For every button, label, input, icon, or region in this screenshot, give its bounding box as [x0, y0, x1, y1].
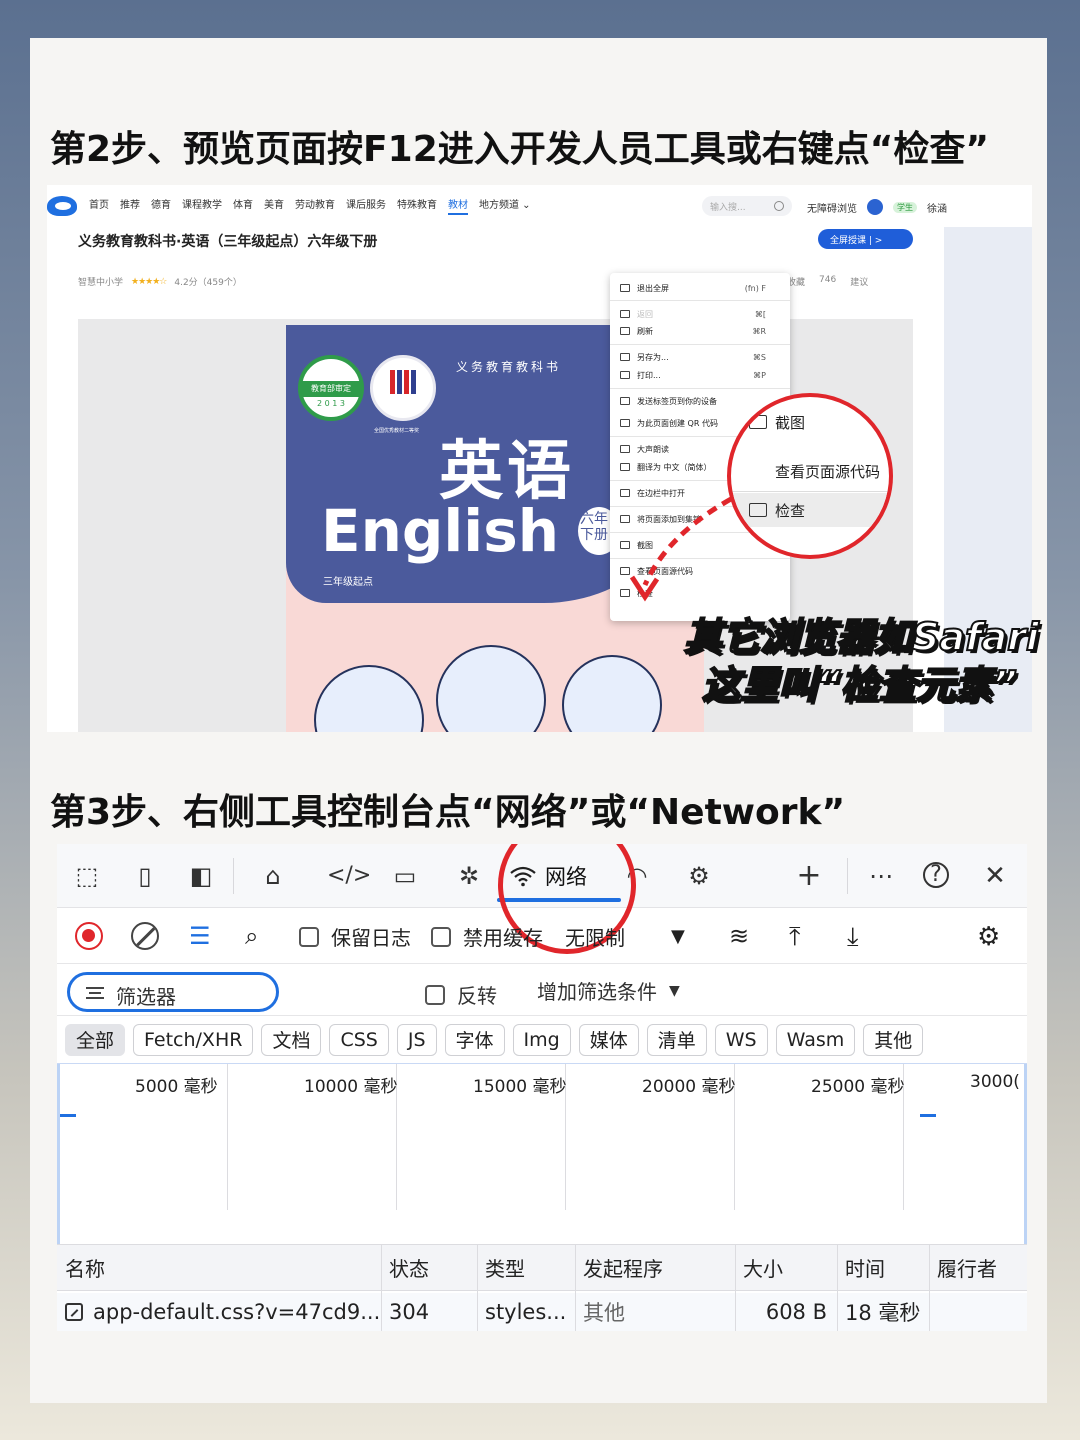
clear-log-icon[interactable]: [131, 922, 159, 950]
column-header[interactable]: 时间: [845, 1245, 933, 1290]
annotation-line2: 这里叫“检查元素”: [701, 662, 1018, 708]
cell-initiator: 其他: [583, 1301, 625, 1325]
column-header[interactable]: 履行者: [937, 1245, 1025, 1290]
chevron-down-icon: ▼: [671, 926, 685, 947]
filter-input[interactable]: 筛选器: [67, 972, 279, 1012]
elements-icon[interactable]: </>: [327, 862, 371, 890]
column-header[interactable]: 大小: [743, 1245, 835, 1290]
more-options-icon[interactable]: ⋯: [867, 862, 895, 890]
timeline-tick-label: 25000 毫秒: [811, 1077, 905, 1097]
settings-gear-icon[interactable]: ⚙: [977, 922, 1000, 952]
type-filter-pill[interactable]: Fetch/XHR: [133, 1023, 254, 1056]
type-filter-pill[interactable]: 全部: [65, 1023, 126, 1056]
annotation-line1: 其它浏览器如Safari: [683, 614, 1040, 660]
filter-bar: 筛选器 反转 增加筛选条件 ▼: [57, 964, 1027, 1016]
timeline-tick-label: 5000 毫秒: [135, 1077, 218, 1097]
filter-toggle-icon[interactable]: ☰: [189, 922, 211, 950]
column-header[interactable]: 名称: [65, 1245, 385, 1290]
type-filter-pill[interactable]: 字体: [444, 1023, 505, 1056]
type-filter-pill[interactable]: WS: [714, 1023, 768, 1056]
type-filter-pill[interactable]: CSS: [329, 1023, 389, 1056]
import-har-icon[interactable]: ⤒: [789, 922, 801, 953]
type-filter-pill[interactable]: 其他: [863, 1023, 924, 1056]
request-table-header: 名称 状态 类型 发起程序 大小 时间 履行者: [57, 1244, 1027, 1291]
type-filter-pill[interactable]: 媒体: [578, 1023, 639, 1056]
help-icon[interactable]: ?: [923, 862, 949, 888]
step3-title: 第3步、右侧工具控制台点“网络”或“Network”: [50, 792, 846, 833]
filter-icon: [86, 987, 104, 999]
sources-bug-icon[interactable]: ✲: [455, 862, 483, 890]
network-timeline: 5000 毫秒 10000 毫秒 15000 毫秒 20000 毫秒 25000 毫秒 3…: [57, 1064, 1027, 1244]
step2-title: 第2步、预览页面按F12进入开发人员工具或右键点“检查”: [50, 129, 990, 170]
stylesheet-file-icon: [65, 1303, 83, 1321]
cell-size: 608 B: [765, 1300, 827, 1324]
timeline-tick-label: 3000(: [970, 1072, 1020, 1092]
cell-time: 18 毫秒: [845, 1301, 921, 1325]
preserve-log-checkbox[interactable]: 保留日志: [299, 922, 411, 951]
record-icon[interactable]: [75, 922, 103, 950]
dock-side-icon[interactable]: ◧: [187, 862, 215, 890]
tutorial-card: 第2步、预览页面按F12进入开发人员工具或右键点“检查” 首页 推荐 德育 课程教学体…: [30, 38, 1047, 1403]
console-icon[interactable]: ▭: [391, 862, 419, 890]
throttle-select[interactable]: 无限制 ▼: [565, 922, 685, 951]
column-header[interactable]: 类型: [485, 1245, 579, 1290]
type-filter-pill[interactable]: JS: [396, 1023, 437, 1056]
cell-status: 304: [389, 1300, 430, 1324]
type-filter-pill[interactable]: Img: [512, 1023, 571, 1056]
type-filter-pill[interactable]: Wasm: [775, 1023, 856, 1056]
memory-chip-icon[interactable]: ⚙: [685, 862, 713, 890]
close-icon[interactable]: ✕: [981, 862, 1009, 890]
disable-cache-checkbox[interactable]: 禁用缓存: [431, 922, 543, 951]
network-controls: ☰ ⌕ 保留日志 禁用缓存 无限制 ▼ ≋ ⤒ ⤓ ⚙: [57, 908, 1027, 964]
timeline-tick-label: 20000 毫秒: [642, 1077, 736, 1097]
type-filter-pill[interactable]: 清单: [646, 1023, 707, 1056]
column-header[interactable]: 发起程序: [583, 1245, 739, 1290]
devtools-panel: ⬚ ▯ ◧ ⌂ </> ▭ ✲ 网络 ◠ ⚙ + ⋯ ? ✕ ☰ ⌕ 保留日志 …: [57, 844, 1027, 1331]
export-har-icon[interactable]: ⤓: [847, 922, 859, 953]
timeline-tick-label: 15000 毫秒: [473, 1077, 567, 1097]
search-icon[interactable]: ⌕: [245, 922, 258, 950]
resource-type-filters: 全部 Fetch/XHR 文档 CSS JS 字体 Img 媒体 清单 WS Wasm 其他: [57, 1016, 1027, 1064]
more-tools-plus-icon[interactable]: +: [795, 861, 823, 891]
cell-name: app-default.css?v=47cd9...: [93, 1300, 381, 1324]
invert-checkbox[interactable]: 反转: [425, 980, 497, 1009]
cell-type: styles...: [485, 1300, 567, 1324]
more-filters-dropdown[interactable]: 增加筛选条件 ▼: [537, 976, 680, 1005]
chevron-down-icon: ▼: [669, 982, 680, 999]
column-header[interactable]: 状态: [389, 1245, 481, 1290]
device-emulation-icon[interactable]: ▯: [131, 862, 159, 890]
inspect-element-icon[interactable]: ⬚: [73, 862, 101, 890]
table-row[interactable]: app-default.css?v=47cd9... 304 styles... 其他…: [57, 1293, 1027, 1331]
type-filter-pill[interactable]: 文档: [261, 1023, 322, 1056]
network-conditions-icon[interactable]: ≋: [729, 922, 749, 950]
timeline-tick-label: 10000 毫秒: [304, 1077, 398, 1097]
welcome-home-icon[interactable]: ⌂: [259, 862, 287, 890]
